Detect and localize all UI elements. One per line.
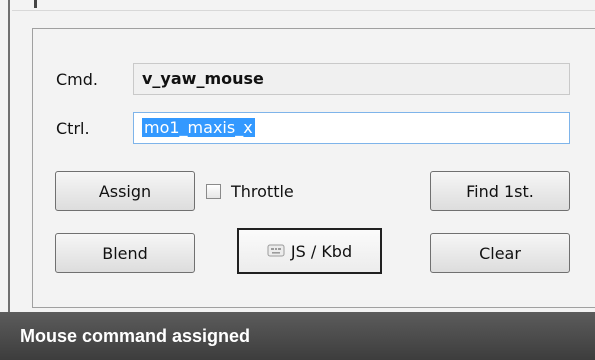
- blend-button-label: Blend: [102, 243, 148, 263]
- assign-button-label: Assign: [98, 181, 152, 201]
- blend-button[interactable]: Blend: [55, 233, 195, 273]
- ctrl-label: Ctrl.: [56, 119, 90, 138]
- window-left-edge: [8, 0, 10, 312]
- controller-icon: [267, 242, 285, 260]
- window-top-notch: [34, 0, 37, 8]
- checkbox-icon[interactable]: [206, 183, 221, 199]
- status-text: Mouse command assigned: [20, 326, 251, 346]
- find-first-button-label: Find 1st.: [466, 181, 534, 201]
- clear-button-label: Clear: [479, 243, 521, 263]
- dialog-window: Cmd. v_yaw_mouse Ctrl. mo1_maxis_x Assig…: [0, 0, 595, 312]
- status-bar: Mouse command assigned: [0, 312, 595, 360]
- throttle-checkbox-wrap[interactable]: Throttle: [206, 179, 294, 203]
- ctrl-field[interactable]: mo1_maxis_x: [133, 112, 570, 144]
- ctrl-selected-text: mo1_maxis_x: [142, 118, 255, 137]
- find-first-button[interactable]: Find 1st.: [430, 171, 570, 211]
- throttle-label: Throttle: [231, 181, 294, 201]
- js-kbd-button-label: JS / Kbd: [290, 241, 353, 261]
- cmd-label: Cmd.: [56, 70, 98, 89]
- js-kbd-button[interactable]: JS / Kbd: [237, 228, 382, 274]
- top-divider: [12, 10, 595, 11]
- cmd-field: v_yaw_mouse: [133, 63, 570, 95]
- assign-button[interactable]: Assign: [55, 171, 195, 211]
- clear-button[interactable]: Clear: [430, 233, 570, 273]
